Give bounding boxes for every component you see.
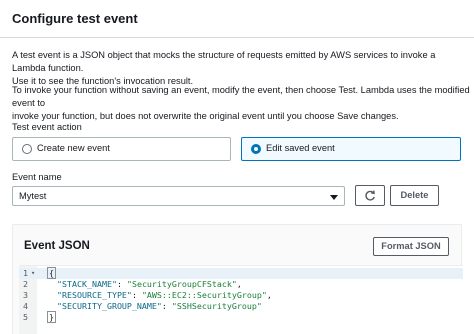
code-text: }	[47, 311, 56, 323]
code-line: 3 "RESOURCE_TYPE": "AWS::EC2::SecurityGr…	[19, 290, 463, 301]
event-json-title: Event JSON	[24, 240, 90, 252]
format-json-button[interactable]: Format JSON	[373, 237, 449, 256]
event-name-value: Mytest	[19, 191, 47, 201]
code-line: 1 ▾ {	[19, 267, 463, 279]
code-text: {	[47, 267, 56, 279]
open-brace: {	[47, 267, 56, 279]
json-key: "SECURITY_GROUP_NAME"	[57, 301, 162, 311]
code-text: "RESOURCE_TYPE": "AWS::EC2::SecurityGrou…	[57, 290, 272, 300]
code-text: "STACK_NAME": "SecurityGroupCFStack",	[57, 279, 242, 289]
delete-button[interactable]: Delete	[390, 185, 439, 206]
json-key: "STACK_NAME"	[57, 279, 117, 289]
json-comma: ,	[236, 279, 242, 289]
code-line: 5 }	[19, 311, 463, 323]
radio-selected[interactable]	[251, 144, 261, 154]
refresh-button[interactable]	[355, 185, 385, 206]
code-text: "SECURITY_GROUP_NAME": "SSHSecurityGroup…	[57, 301, 262, 311]
intro-paragraph-2: To invoke your function without saving a…	[12, 84, 470, 123]
json-value: "AWS::EC2::SecurityGroup"	[141, 290, 267, 300]
code-line: 2 "STACK_NAME": "SecurityGroupCFStack",	[19, 279, 463, 290]
line-number: 4	[23, 301, 28, 311]
json-value: "SSHSecurityGroup"	[171, 301, 262, 311]
json-code-editor[interactable]: 1 ▾ { 2 "STACK_NAME": "SecurityGroupCFSt…	[19, 265, 463, 334]
json-comma: ,	[266, 290, 272, 300]
intro-paragraph-1: A test event is a JSON object that mocks…	[12, 49, 470, 88]
fold-arrow-icon[interactable]: ▾	[31, 268, 35, 279]
configure-test-event-modal: Configure test event A test event is a J…	[0, 0, 474, 334]
intro-p1-line1: A test event is a JSON object that mocks…	[12, 50, 436, 73]
event-name-label: Event name	[12, 172, 62, 182]
caret-down-icon	[330, 195, 338, 200]
line-number: 1	[23, 268, 28, 278]
test-event-action-label: Test event action	[12, 122, 82, 132]
refresh-icon	[365, 190, 375, 201]
json-value: "SecurityGroupCFStack"	[126, 279, 237, 289]
close-brace: }	[47, 311, 56, 323]
modal-title: Configure test event	[12, 11, 138, 26]
json-key: "RESOURCE_TYPE"	[57, 290, 132, 300]
event-json-panel: Event JSON Format JSON 1 ▾ { 2 "STACK_NA…	[12, 224, 463, 334]
line-number: 5	[23, 312, 28, 322]
create-new-event-label: Create new event	[37, 143, 110, 153]
line-number: 2	[23, 279, 28, 289]
code-line: 4 "SECURITY_GROUP_NAME": "SSHSecurityGro…	[19, 301, 463, 312]
line-number: 3	[23, 290, 28, 300]
intro-p2-line1: To invoke your function without saving a…	[12, 85, 470, 108]
create-new-event-option[interactable]: Create new event	[12, 137, 231, 161]
event-name-select[interactable]: Mytest	[12, 186, 345, 206]
edit-saved-event-option[interactable]: Edit saved event	[241, 137, 461, 161]
edit-saved-event-label: Edit saved event	[266, 143, 335, 153]
modal-header: Configure test event	[0, 0, 474, 38]
radio-unselected[interactable]	[22, 144, 32, 154]
